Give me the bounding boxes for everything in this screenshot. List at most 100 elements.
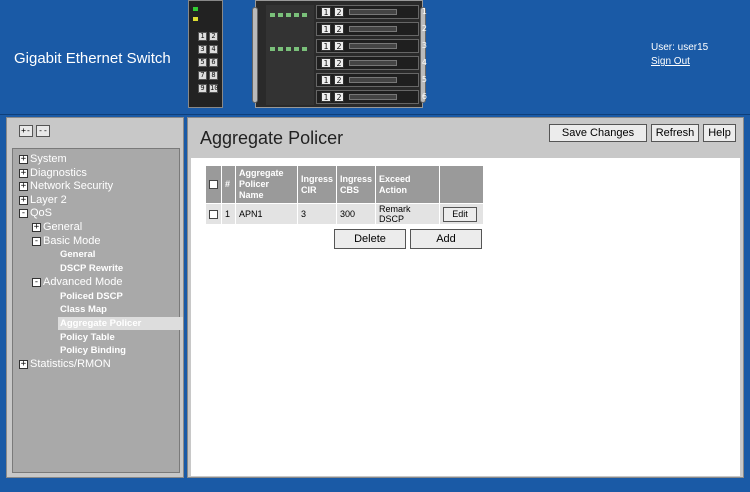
slot-number: 4: [421, 58, 427, 67]
tree-item-diagnostics[interactable]: + Diagnostics: [19, 167, 87, 180]
chassis-slot[interactable]: 1 2 4: [316, 56, 427, 70]
port-icon[interactable]: 9: [198, 84, 207, 93]
select-all-header[interactable]: [205, 165, 222, 204]
expand-all-button[interactable]: +-: [19, 125, 33, 137]
tree-item-label: Basic Mode: [43, 235, 101, 247]
select-all-checkbox[interactable]: [209, 180, 218, 190]
app-title: Gigabit Ethernet Switch: [14, 50, 171, 67]
tree-item-network-security[interactable]: + Network Security: [19, 180, 113, 193]
row-edit-cell: Edit: [439, 203, 485, 225]
slot-port-icon: 2: [334, 41, 344, 51]
port-led-icon: [294, 47, 299, 51]
slot-port-icon: 1: [321, 7, 331, 17]
content-area: # Aggregate Policer Name Ingress CIR Ing…: [191, 158, 740, 476]
expand-icon[interactable]: +: [19, 154, 28, 164]
edit-button[interactable]: Edit: [443, 206, 478, 222]
port-icon[interactable]: 3: [198, 45, 207, 54]
add-button[interactable]: Add: [410, 229, 482, 249]
tree-item-label: Layer 2: [30, 194, 67, 206]
slot-port-icon: 1: [321, 75, 331, 85]
tree-item-qos-general[interactable]: + General: [32, 221, 82, 234]
port-icon[interactable]: 7: [198, 71, 207, 80]
tree-leaf-policed-dscp[interactable]: Policed DSCP: [60, 290, 123, 303]
slot-number: 6: [421, 92, 427, 101]
port-icon[interactable]: 2: [209, 32, 218, 41]
expand-icon[interactable]: +: [32, 222, 41, 232]
save-changes-button[interactable]: Save Changes: [549, 124, 647, 142]
port-icon[interactable]: 5: [198, 58, 207, 67]
collapse-icon[interactable]: -: [32, 236, 41, 246]
expand-icon[interactable]: +: [19, 359, 28, 369]
slot-port-icon: 1: [321, 92, 331, 102]
slot-bar: [349, 94, 397, 100]
chassis-handle-icon: [252, 7, 258, 103]
delete-button[interactable]: Delete: [334, 229, 406, 249]
expand-icon[interactable]: +: [19, 195, 28, 205]
status-led-icon: [193, 7, 198, 11]
port-icon[interactable]: 6: [209, 58, 218, 67]
chassis-slot[interactable]: 1 2 1: [316, 5, 427, 19]
tree-leaf-policy-table[interactable]: Policy Table: [60, 331, 115, 344]
slot-port-icon: 1: [321, 41, 331, 51]
row-select-cell: [205, 203, 222, 225]
port-led-icon: [278, 13, 283, 17]
slot-number: 5: [421, 75, 427, 84]
tree-item-advanced-mode[interactable]: - Advanced Mode: [32, 276, 123, 289]
port-led-icon: [294, 13, 299, 17]
port-led-icon: [302, 47, 307, 51]
tree-leaf-basic-general[interactable]: General: [60, 248, 95, 261]
tree-item-statistics-rmon[interactable]: + Statistics/RMON: [19, 358, 111, 371]
port-led-icon: [302, 13, 307, 17]
port-icon[interactable]: 8: [209, 71, 218, 80]
port-grid: 12 34 56 78 9 10: [197, 29, 219, 94]
chassis-slot[interactable]: 1 2 2: [316, 22, 427, 36]
sign-out-link[interactable]: Sign Out: [651, 56, 690, 67]
help-button[interactable]: Help: [703, 124, 736, 142]
column-header-cbs: Ingress CBS: [336, 165, 377, 204]
table-header-row: # Aggregate Policer Name Ingress CIR Ing…: [205, 165, 485, 204]
tree-item-system[interactable]: + System: [19, 153, 67, 166]
tree-item-label: System: [30, 153, 67, 165]
column-header-exceed-action: Exceed Action: [375, 165, 441, 204]
collapse-icon[interactable]: -: [19, 208, 28, 218]
refresh-button[interactable]: Refresh: [651, 124, 699, 142]
row-checkbox[interactable]: [209, 210, 218, 220]
chassis-slot[interactable]: 1 2 6: [316, 90, 427, 104]
chassis-slot[interactable]: 1 2 5: [316, 73, 427, 87]
slot-number: 2: [421, 24, 427, 33]
port-icon[interactable]: 1: [198, 32, 207, 41]
row-ingress-cir: 3: [296, 203, 338, 225]
expand-icon[interactable]: +: [19, 168, 28, 178]
collapse-icon[interactable]: -: [32, 277, 41, 287]
slot-port-icon: 2: [334, 58, 344, 68]
slot-port-icon: 2: [334, 75, 344, 85]
port-icon[interactable]: 4: [209, 45, 218, 54]
tree-item-label: General: [43, 221, 83, 233]
slot-bar: [349, 26, 397, 32]
status-led-icon: [193, 17, 198, 21]
chassis-slot[interactable]: 1 2 3: [316, 39, 427, 53]
port-icon[interactable]: 10: [209, 84, 218, 93]
tree-leaf-aggregate-policer[interactable]: Aggregate Policer: [58, 317, 183, 330]
collapse-all-button[interactable]: --: [36, 125, 50, 137]
expand-icon[interactable]: +: [19, 181, 28, 191]
port-led-icon: [270, 13, 275, 17]
tree-leaf-class-map[interactable]: Class Map: [60, 303, 107, 316]
tree-leaf-dscp-rewrite[interactable]: DSCP Rewrite: [60, 262, 123, 275]
table-row: 1 APN1 3 300 Remark DSCP Edit: [205, 203, 485, 225]
tree-item-layer-2[interactable]: + Layer 2: [19, 194, 67, 207]
tree-item-label: Network Security: [30, 180, 114, 192]
row-number: 1: [221, 203, 236, 225]
tree-item-qos[interactable]: - QoS: [19, 207, 52, 220]
column-header-number: #: [221, 165, 236, 204]
slot-port-icon: 2: [334, 92, 344, 102]
tree-leaf-policy-binding[interactable]: Policy Binding: [60, 344, 126, 357]
page-title: Aggregate Policer: [200, 128, 344, 148]
tree-item-basic-mode[interactable]: - Basic Mode: [32, 235, 100, 248]
slot-port-icon: 1: [321, 58, 331, 68]
slot-number: 3: [421, 41, 427, 50]
port-led-icon: [278, 47, 283, 51]
slot-number: 1: [421, 7, 427, 16]
nav-toolbar: +- --: [7, 118, 183, 144]
slot-bar: [349, 43, 397, 49]
